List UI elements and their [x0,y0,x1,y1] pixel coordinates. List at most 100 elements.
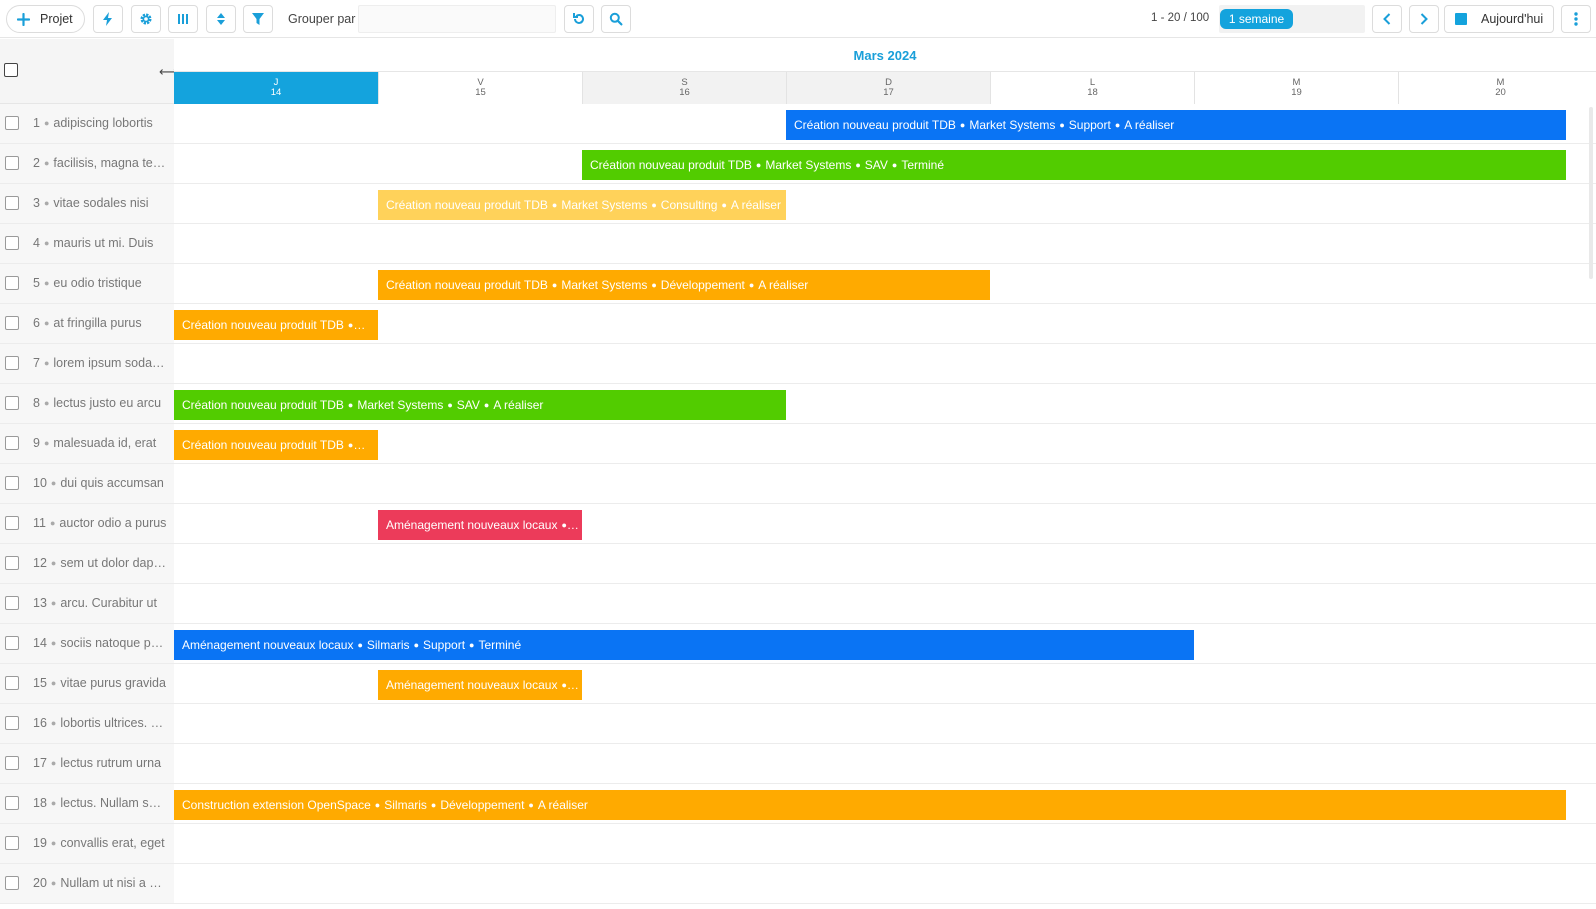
row-title[interactable]: 16●lobortis ultrices. Vivamus [33,716,167,730]
list-row[interactable]: 15 ● vitae purus gravida [0,664,174,704]
row-title[interactable]: 15 ● vitae purus gravida [33,676,167,690]
row-title[interactable]: 11 ● auctor odio a purus [33,516,167,530]
row-title[interactable]: 2 ● facilisis, magna tellus [33,156,167,170]
list-row[interactable]: 13 ● arcu. Curabitur ut [0,584,174,624]
list-row[interactable]: 8 ● lectus justo eu arcu [0,384,174,424]
day-column-header[interactable]: L 18 [990,72,1194,104]
row-title[interactable]: 4 ● mauris ut mi. Duis [33,236,167,250]
task-bar[interactable]: Création nouveau produit TDB●Market Syst… [378,270,990,300]
row-title[interactable]: 18●lectus. Nullam suscipit [33,796,167,810]
settings-button[interactable] [131,5,161,33]
row-checkbox[interactable] [5,156,19,170]
vertical-scrollbar[interactable] [1589,107,1593,279]
filter-button[interactable] [243,5,273,33]
day-column-header[interactable]: M 20 [1398,72,1596,104]
refresh-button[interactable] [564,5,594,33]
row-checkbox[interactable] [5,756,19,770]
list-row[interactable]: 1 ● adipiscing lobortis [0,104,174,144]
list-row[interactable]: 5 ● eu odio tristique [0,264,174,304]
group-by-select[interactable] [358,5,556,33]
list-row[interactable]: 2 ● facilisis, magna tellus [0,144,174,184]
row-checkbox[interactable] [5,796,19,810]
list-row[interactable]: 11 ● auctor odio a purus [0,504,174,544]
row-title[interactable]: 8 ● lectus justo eu arcu [33,396,167,410]
task-bar[interactable]: Création nouveau produit TDB●Market Syst… [174,430,378,460]
columns-button[interactable] [168,5,198,33]
row-checkbox[interactable] [5,396,19,410]
row-title[interactable]: 13 ● arcu. Curabitur ut [33,596,167,610]
row-number: 3 [33,196,40,210]
row-checkbox[interactable] [5,636,19,650]
task-bar[interactable]: Création nouveau produit TDB●Market Syst… [378,190,786,220]
task-bar[interactable]: Création nouveau produit TDB●Market Syst… [174,310,378,340]
row-title[interactable]: 3 ● vitae sodales nisi [33,196,167,210]
row-checkbox[interactable] [5,116,19,130]
list-row[interactable]: 3 ● vitae sodales nisi [0,184,174,224]
row-title[interactable]: 7 ● lorem ipsum sodales [33,356,167,370]
day-column-header[interactable]: D 17 [786,72,990,104]
row-checkbox[interactable] [5,316,19,330]
row-checkbox[interactable] [5,436,19,450]
day-column-header[interactable]: J 14 [174,72,378,104]
row-checkbox[interactable] [5,716,19,730]
row-checkbox[interactable] [5,196,19,210]
row-number: 15 [33,676,47,690]
list-row[interactable]: 19 ● convallis erat, eget [0,824,174,864]
row-title[interactable]: 9 ● malesuada id, erat [33,436,167,450]
list-row[interactable]: 4 ● mauris ut mi. Duis [0,224,174,264]
separator-dot: ● [721,200,727,210]
task-bar[interactable]: Création nouveau produit TDB●Market Syst… [786,110,1566,140]
row-title[interactable]: 12 ● sem ut dolor dapibus [33,556,167,570]
more-options-button[interactable] [1561,5,1591,33]
row-checkbox[interactable] [5,556,19,570]
row-checkbox[interactable] [5,516,19,530]
quick-action-button[interactable] [93,5,123,33]
task-bar[interactable]: Création nouveau produit TDB●Market Syst… [582,150,1566,180]
separator-dot: ● [43,318,50,328]
task-bar[interactable]: Aménagement nouveaux locaux ● Silmaris ● Sup… [174,630,1194,660]
row-title[interactable]: 14●sociis natoque penatibus [33,636,167,650]
task-bar[interactable]: Construction extension OpenSpace ● Silmari… [174,790,1566,820]
row-checkbox[interactable] [5,876,19,890]
day-column-header[interactable]: S 16 [582,72,786,104]
list-row[interactable]: 14●sociis natoque penatibus [0,624,174,664]
row-title[interactable]: 5 ● eu odio tristique [33,276,167,290]
row-checkbox[interactable] [5,676,19,690]
row-checkbox[interactable] [5,356,19,370]
row-checkbox[interactable] [5,836,19,850]
row-title[interactable]: 6 ● at fringilla purus [33,316,167,330]
day-column-header[interactable]: V 15 [378,72,582,104]
task-bar[interactable]: Aménagement nouveaux locaux●Silmaris [378,670,582,700]
separator-dot: ● [551,280,558,290]
list-row[interactable]: 6 ● at fringilla purus [0,304,174,344]
list-row[interactable]: 17 ● lectus rutrum urna [0,744,174,784]
task-label-part: A réaliser [758,278,809,292]
row-title[interactable]: 10 ● dui quis accumsan [33,476,167,490]
task-bar[interactable]: Aménagement nouveaux locaux●Silmaris [378,510,582,540]
sort-button[interactable] [206,5,236,33]
task-bar[interactable]: Création nouveau produit TDB●Market Syst… [174,390,786,420]
row-checkbox[interactable] [5,476,19,490]
view-selected-pill[interactable]: 1 semaine [1220,9,1293,29]
row-title[interactable]: 17 ● lectus rutrum urna [33,756,167,770]
today-button[interactable]: Aujourd'hui [1444,5,1554,33]
list-row[interactable]: 18●lectus. Nullam suscipit [0,784,174,824]
row-title[interactable]: 20 ● Nullam ut nisi a odio [33,876,167,890]
list-row[interactable]: 9 ● malesuada id, erat [0,424,174,464]
row-title[interactable]: 19 ● convallis erat, eget [33,836,167,850]
row-checkbox[interactable] [5,236,19,250]
select-all-checkbox[interactable] [4,63,18,77]
list-row[interactable]: 10 ● dui quis accumsan [0,464,174,504]
row-title[interactable]: 1 ● adipiscing lobortis [33,116,167,130]
prev-period-button[interactable] [1372,5,1402,33]
row-checkbox[interactable] [5,596,19,610]
add-project-button[interactable]: Projet [6,5,85,33]
list-row[interactable]: 12 ● sem ut dolor dapibus [0,544,174,584]
row-checkbox[interactable] [5,276,19,290]
search-button[interactable] [601,5,631,33]
day-column-header[interactable]: M 19 [1194,72,1398,104]
list-row[interactable]: 7 ● lorem ipsum sodales [0,344,174,384]
list-row[interactable]: 20 ● Nullam ut nisi a odio [0,864,174,904]
list-row[interactable]: 16●lobortis ultrices. Vivamus [0,704,174,744]
next-period-button[interactable] [1409,5,1439,33]
